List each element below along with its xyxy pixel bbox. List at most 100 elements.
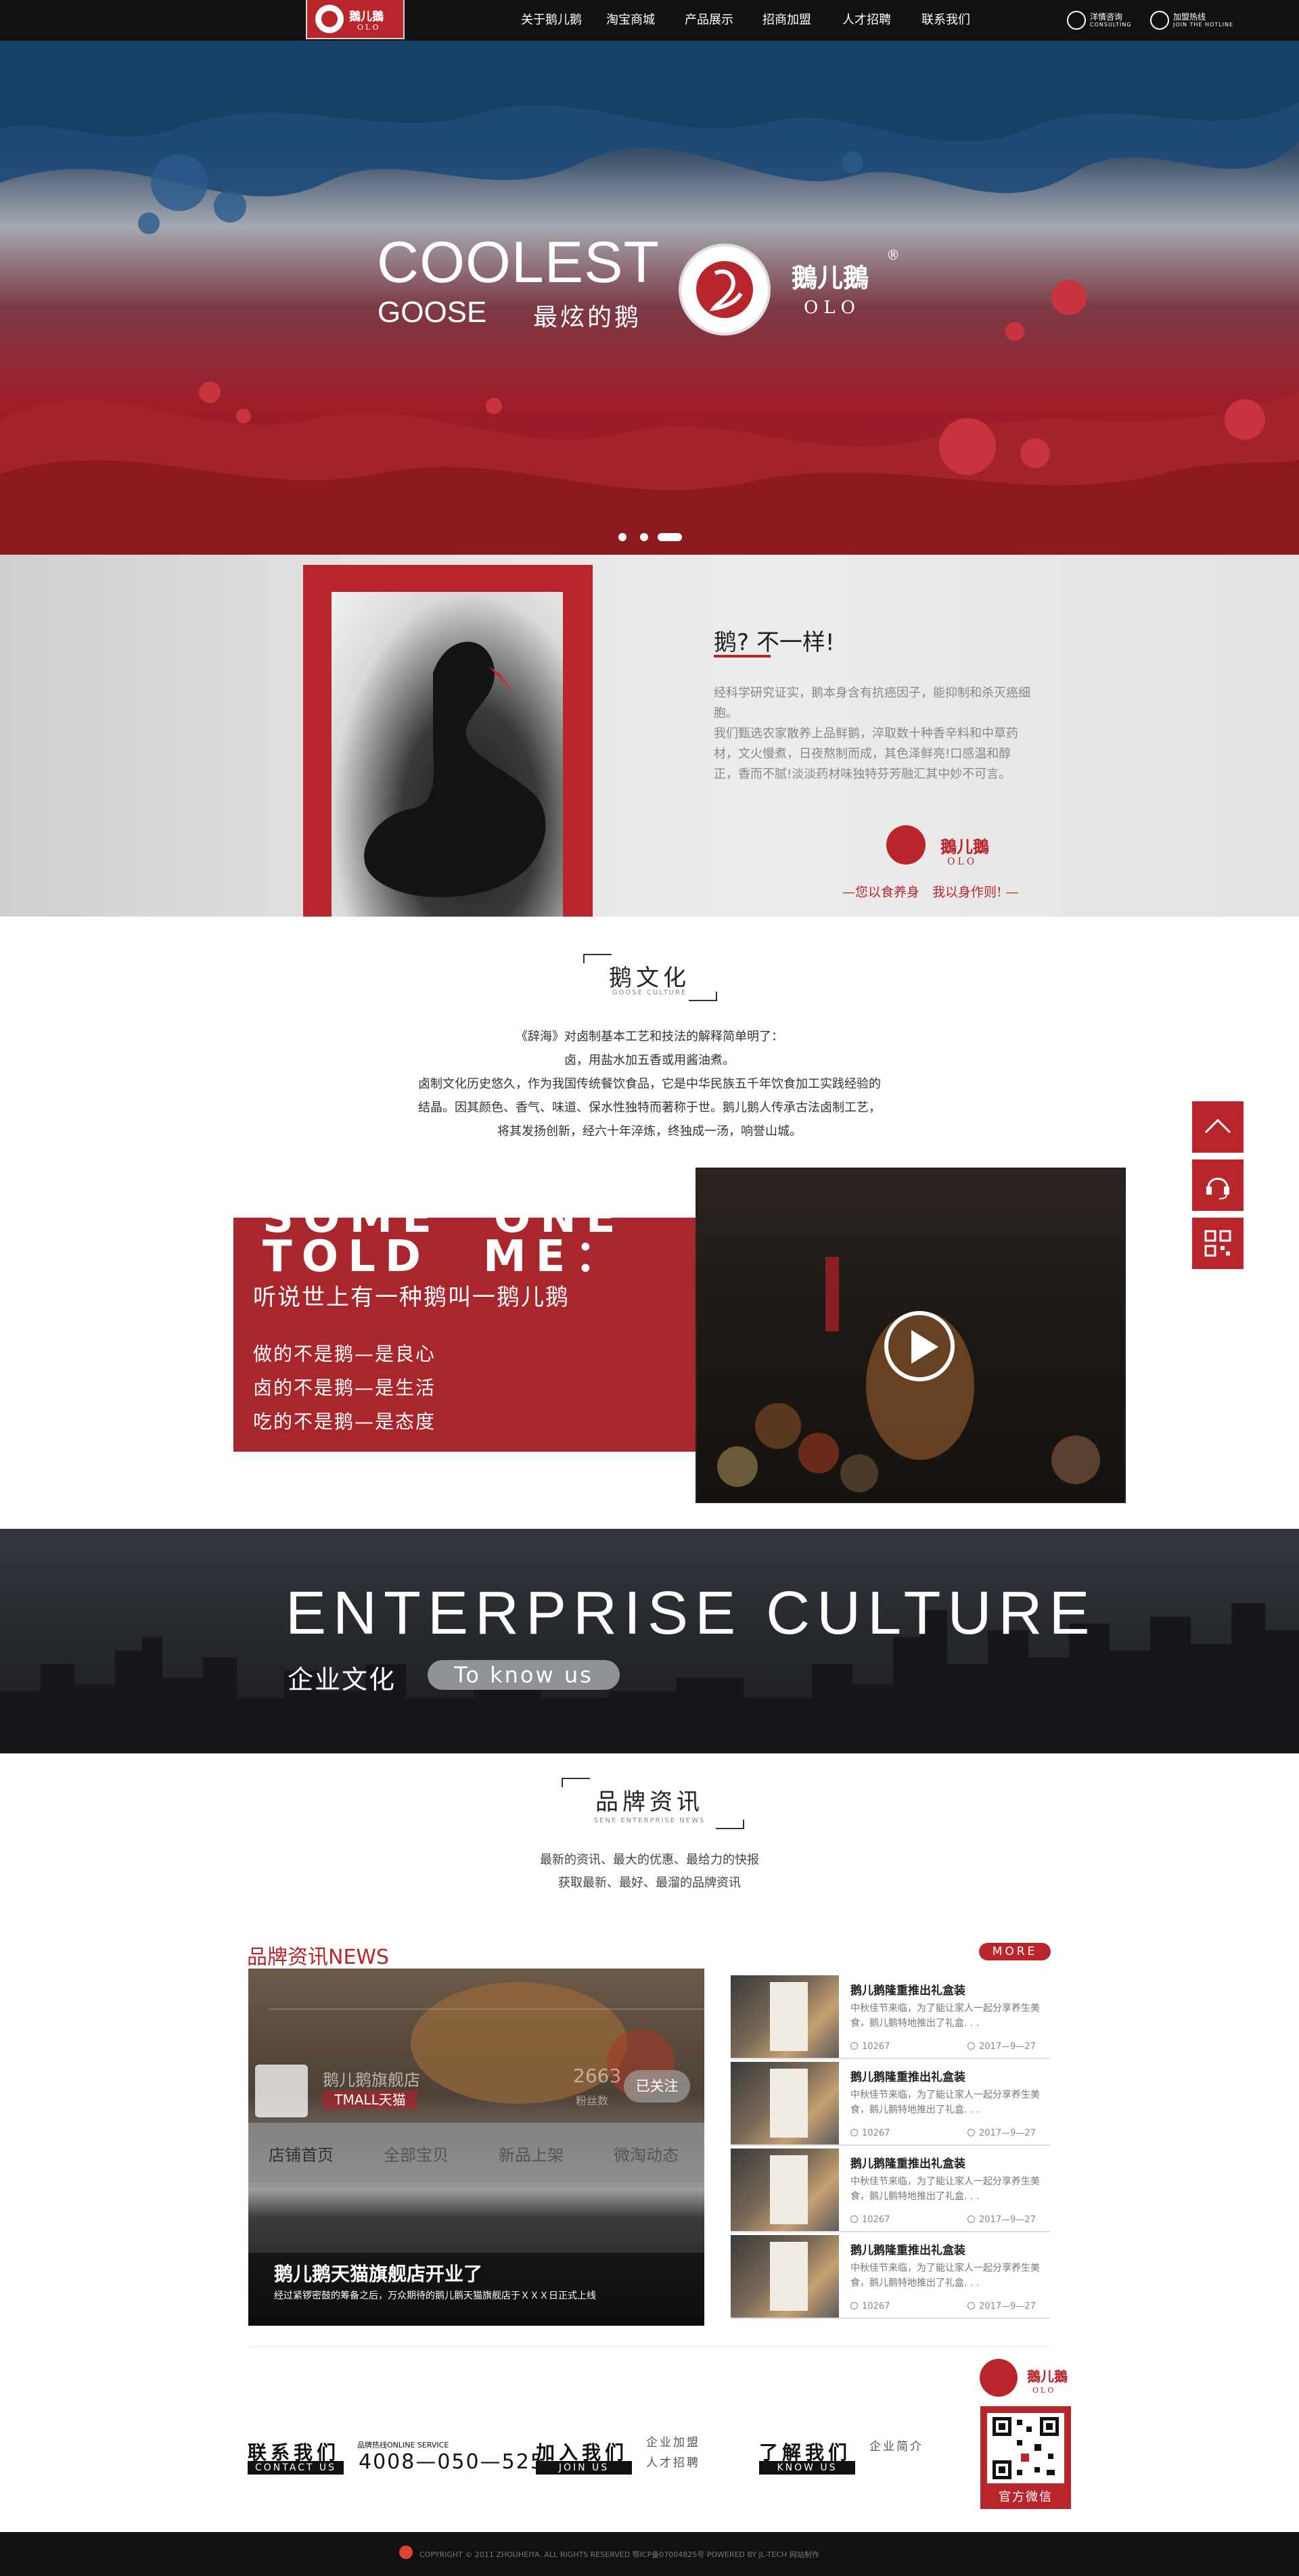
shop-tabs: 店铺首页 全部宝贝 新品上架 微淘动态 bbox=[248, 2123, 704, 2182]
culture-line: 卤制文化历史悠久，作为我国传统餐饮食品，它是中华民族五千年饮食加工实践经验的 bbox=[418, 1077, 881, 1091]
gift-box-thumbnail bbox=[731, 2148, 839, 2231]
top-nav-bar: 鵝儿鵝 OLO 关于鹅儿鹅 淘宝商城 产品展示 招商加盟 人才招聘 联系我们 洋… bbox=[0, 0, 1299, 41]
views-count: 10267 bbox=[862, 2215, 890, 2225]
brand-video-player[interactable] bbox=[696, 1168, 1126, 1503]
intro-paragraph-1: 经科学研究证实，鹅本身含有抗癌因子，能抑制和杀灭癌细胞。 bbox=[714, 686, 1030, 720]
heading-corner-right bbox=[716, 1820, 744, 1829]
shop-tab-feed: 微淘动态 bbox=[614, 2146, 679, 2165]
featured-news-title: 鹅儿鹅天猫旗舰店开业了 bbox=[274, 2263, 483, 2285]
goose-logo-icon bbox=[315, 5, 344, 33]
shop-name: 鹅儿鹅旗舰店 bbox=[323, 2071, 420, 2090]
clock-icon bbox=[967, 2042, 975, 2050]
shop-follow-badge: 已关注 bbox=[624, 2070, 690, 2102]
date-text: 2017—9—27 bbox=[979, 2128, 1036, 2138]
footer-link-careers[interactable]: 人才招聘 bbox=[646, 2453, 700, 2473]
enterprise-culture-cn: 企业文化 bbox=[288, 1665, 396, 1695]
footer-hotline-label: 品牌热线ONLINE SERVICE bbox=[357, 2441, 449, 2450]
news-list-item[interactable]: 鹅儿鹅隆重推出礼盒装 中秋佳节来临，为了能让家人一起分享养生美食，鹅儿鹅特地推出… bbox=[731, 2062, 1050, 2146]
customer-service-button[interactable] bbox=[1192, 1159, 1244, 1211]
news-item-views: 10267 bbox=[850, 2128, 890, 2138]
footer-know-en: KNOW US bbox=[759, 2461, 855, 2475]
section-divider bbox=[248, 2346, 1049, 2347]
to-know-us-button[interactable]: To know us bbox=[428, 1660, 620, 1690]
news-item-title: 鹅儿鹅隆重推出礼盒装 bbox=[850, 2157, 965, 2171]
clock-icon bbox=[967, 2215, 975, 2223]
intro-paragraph-2: 我们甄选农家散养上品鲜鹅，淬取数十种香辛料和中草药材，文火慢煮，日夜熬制而成，其… bbox=[714, 727, 1018, 781]
logo-text-en: OLO bbox=[357, 23, 381, 32]
enterprise-culture-title: ENTERPRISE CULTURE bbox=[286, 1580, 1097, 1647]
footer-logo-en: OLO bbox=[1032, 2386, 1056, 2395]
culture-heading: 鹅文化 bbox=[609, 965, 690, 992]
slider-dot-1[interactable] bbox=[618, 533, 626, 541]
hero-banner: COOLEST GOOSE 最炫的鹅 鵝儿鵝 OLO ® bbox=[0, 41, 1299, 555]
more-button[interactable]: MORE bbox=[979, 1943, 1051, 1960]
culture-line: 结晶。因其颜色、香气、味道、保水性独特而著称于世。鹅儿鹅人传承古法卤制工艺， bbox=[418, 1101, 881, 1115]
header-logo[interactable]: 鵝儿鵝 OLO bbox=[306, 0, 405, 39]
qr-code-button[interactable] bbox=[1192, 1218, 1244, 1269]
culture-line: 将其发扬创新，经六十年淬炼，终独成一汤，响誉山城。 bbox=[497, 1124, 802, 1138]
intro-slogan: —您以食养身 我以身作则! — bbox=[842, 885, 1019, 900]
footer-contact-en: CONTACT US bbox=[248, 2461, 344, 2475]
nav-careers[interactable]: 人才招聘 bbox=[842, 0, 891, 41]
gift-box-thumbnail bbox=[731, 1975, 839, 2058]
news-item-title: 鹅儿鹅隆重推出礼盒装 bbox=[850, 2071, 965, 2084]
shop-tab-home: 店铺首页 bbox=[269, 2146, 334, 2165]
nav-about[interactable]: 关于鹅儿鹅 bbox=[521, 0, 582, 41]
news-list-item[interactable]: 鹅儿鹅隆重推出礼盒装 中秋佳节来临，为了能让家人一起分享养生美食，鹅儿鹅特地推出… bbox=[731, 2235, 1050, 2319]
slider-dot-3-active[interactable] bbox=[658, 533, 682, 541]
footer-link-franchise[interactable]: 企业加盟 bbox=[646, 2433, 700, 2453]
gift-box-thumbnail bbox=[731, 2062, 839, 2144]
news-intro: 最新的资讯、最大的优惠、最给力的快报 获取最新、最好、最溜的品牌资讯 bbox=[447, 1849, 852, 1895]
news-item-date: 2017—9—27 bbox=[967, 2215, 1036, 2225]
culture-line: 卤，用盐水加五香或用酱油煮。 bbox=[564, 1053, 735, 1067]
nav-taobao-mall[interactable]: 淘宝商城 bbox=[606, 0, 655, 41]
views-count: 10267 bbox=[862, 2301, 890, 2312]
hero-brand-en: OLO bbox=[804, 298, 861, 318]
views-count: 10267 bbox=[862, 2042, 890, 2052]
copyright-text: COPYRIGHT © 2011 ZHOUHEIYA. ALL RIGHTS R… bbox=[419, 2550, 819, 2559]
news-list-item[interactable]: 鹅儿鹅隆重推出礼盒装 中秋佳节来临，为了能让家人一起分享养生美食，鹅儿鹅特地推出… bbox=[731, 1975, 1050, 2059]
wechat-qr-card[interactable]: 官方微信 bbox=[980, 2406, 1071, 2509]
page: 鵝儿鵝 OLO 关于鹅儿鹅 淘宝商城 产品展示 招商加盟 人才招聘 联系我们 洋… bbox=[0, 0, 1299, 2576]
headset-icon bbox=[1206, 1178, 1229, 1199]
news-item-desc: 中秋佳节来临，为了能让家人一起分享养生美食，鹅儿鹅特地推出了礼盒. . . bbox=[850, 2090, 1040, 2115]
nav-contact[interactable]: 联系我们 bbox=[921, 0, 970, 41]
clock-icon bbox=[967, 2129, 975, 2136]
news-item-desc: 中秋佳节来临，为了能让家人一起分享养生美食，鹅儿鹅特地推出了礼盒. . . bbox=[850, 2176, 1040, 2202]
chevron-up-icon bbox=[1204, 1118, 1231, 1134]
black-swan-image bbox=[332, 592, 563, 917]
hero-title-cn: 最炫的鹅 bbox=[533, 304, 642, 331]
views-icon bbox=[850, 2302, 858, 2309]
intro-text: 经科学研究证实，鹅本身含有抗癌因子，能抑制和杀灭癌细胞。 我们甄选农家散养上品鲜… bbox=[714, 683, 1032, 785]
back-to-top-button[interactable] bbox=[1192, 1101, 1244, 1153]
nav-products[interactable]: 产品展示 bbox=[685, 0, 733, 41]
footer-logo-cn: 鵝儿鵝 bbox=[1027, 2368, 1068, 2385]
phone-icon bbox=[1150, 11, 1169, 30]
featured-news-card[interactable]: 鹅儿鹅旗舰店 TMALL天猫 2663 粉丝数 已关注 店铺首页 全部宝贝 新品… bbox=[248, 1969, 704, 2326]
play-icon[interactable] bbox=[884, 1311, 955, 1381]
news-intro-line-1: 最新的资讯、最大的优惠、最给力的快报 bbox=[540, 1853, 759, 1867]
qr-icon bbox=[1204, 1230, 1231, 1257]
news-list-item[interactable]: 鹅儿鹅隆重推出礼盒装 中秋佳节来临，为了能让家人一起分享养生美食，鹅儿鹅特地推出… bbox=[731, 2148, 1050, 2232]
footer-goose-logo-icon bbox=[980, 2359, 1018, 2397]
heading-corner-right bbox=[689, 992, 717, 1001]
hotline-en: JOIN THE HOTLINE bbox=[1173, 22, 1234, 28]
date-text: 2017—9—27 bbox=[979, 2301, 1036, 2312]
views-count: 10267 bbox=[862, 2128, 890, 2138]
featured-news-desc: 经过紧锣密鼓的筹备之后，万众期待的鹅儿鹅天猫旗舰店于ＸＸＸ日正式上线 bbox=[274, 2291, 596, 2301]
intro-logo-en: OLO bbox=[947, 856, 978, 867]
news-item-title: 鹅儿鹅隆重推出礼盒装 bbox=[850, 2244, 965, 2257]
news-item-date: 2017—9—27 bbox=[967, 2301, 1036, 2312]
intro-title-underline bbox=[714, 655, 771, 658]
nav-franchise[interactable]: 招商加盟 bbox=[762, 0, 811, 41]
news-item-title: 鹅儿鹅隆重推出礼盒装 bbox=[850, 1984, 965, 1998]
views-icon bbox=[850, 2042, 858, 2050]
hero-goose-emblem-icon bbox=[679, 244, 771, 336]
news-heading: 品牌资讯 bbox=[595, 1789, 704, 1816]
footer-hotline-number[interactable]: 4008—050—525 bbox=[359, 2450, 545, 2474]
slider-dot-2[interactable] bbox=[640, 533, 648, 541]
qr-code-icon bbox=[987, 2413, 1064, 2483]
consulting-en: CONSULTING bbox=[1090, 22, 1132, 28]
footer-link-about[interactable]: 企业简介 bbox=[869, 2437, 924, 2457]
shop-logo-icon bbox=[255, 2065, 308, 2117]
